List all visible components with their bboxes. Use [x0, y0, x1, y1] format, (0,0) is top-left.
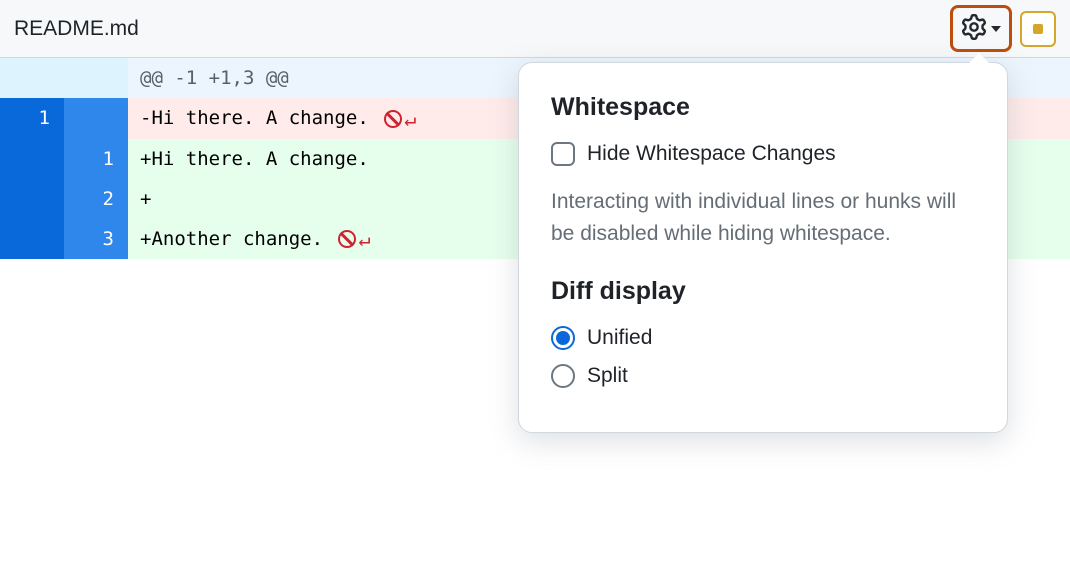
line-prefix: +: [140, 148, 151, 170]
line-text: Hi there. A change.: [151, 148, 368, 170]
diff-settings-button[interactable]: [950, 5, 1012, 52]
file-name: README.md: [14, 17, 139, 41]
carriage-return-icon: ↵: [358, 227, 370, 251]
gutter-old: [0, 58, 64, 98]
gutter: 3: [0, 219, 128, 260]
gutter-old: 1: [0, 98, 64, 139]
file-header: README.md: [0, 0, 1070, 58]
line-prefix: +: [140, 188, 151, 210]
unified-option[interactable]: Unified: [551, 326, 975, 350]
line-text: Another change.: [151, 228, 334, 250]
gutter-old: [0, 219, 64, 260]
no-newline-icon: [384, 110, 402, 128]
hide-whitespace-checkbox[interactable]: [551, 142, 575, 166]
dot-icon: [1033, 24, 1043, 34]
gutter: 2: [0, 179, 128, 219]
gutter-old: [0, 139, 64, 179]
gutter-new: 1: [64, 139, 128, 179]
gear-icon: [961, 14, 987, 43]
gutter-new: 2: [64, 179, 128, 219]
gutter-old: [0, 179, 64, 219]
line-prefix: +: [140, 228, 151, 250]
hide-whitespace-label: Hide Whitespace Changes: [587, 142, 836, 166]
line-prefix: -: [140, 107, 151, 129]
whitespace-description: Interacting with individual lines or hun…: [551, 186, 975, 249]
split-option[interactable]: Split: [551, 364, 975, 388]
whitespace-heading: Whitespace: [551, 93, 975, 122]
no-newline-icon: [338, 230, 356, 248]
gutter: 1: [0, 98, 128, 139]
highlight-marker-button[interactable]: [1020, 11, 1056, 47]
gutter: 1: [0, 139, 128, 179]
hide-whitespace-option[interactable]: Hide Whitespace Changes: [551, 142, 975, 166]
diff-display-heading: Diff display: [551, 277, 975, 306]
chevron-down-icon: [991, 26, 1001, 32]
diff-settings-dropdown: Whitespace Hide Whitespace Changes Inter…: [518, 62, 1008, 433]
split-label: Split: [587, 364, 628, 388]
carriage-return-icon: ↵: [404, 107, 416, 131]
gutter-new: 3: [64, 219, 128, 260]
unified-label: Unified: [587, 326, 652, 350]
line-text: Hi there. A change.: [151, 107, 380, 129]
gutter-new: [64, 98, 128, 139]
unified-radio[interactable]: [551, 326, 575, 350]
gutter: [0, 58, 128, 98]
split-radio[interactable]: [551, 364, 575, 388]
header-actions: [950, 5, 1056, 52]
gutter-new: [64, 58, 128, 98]
